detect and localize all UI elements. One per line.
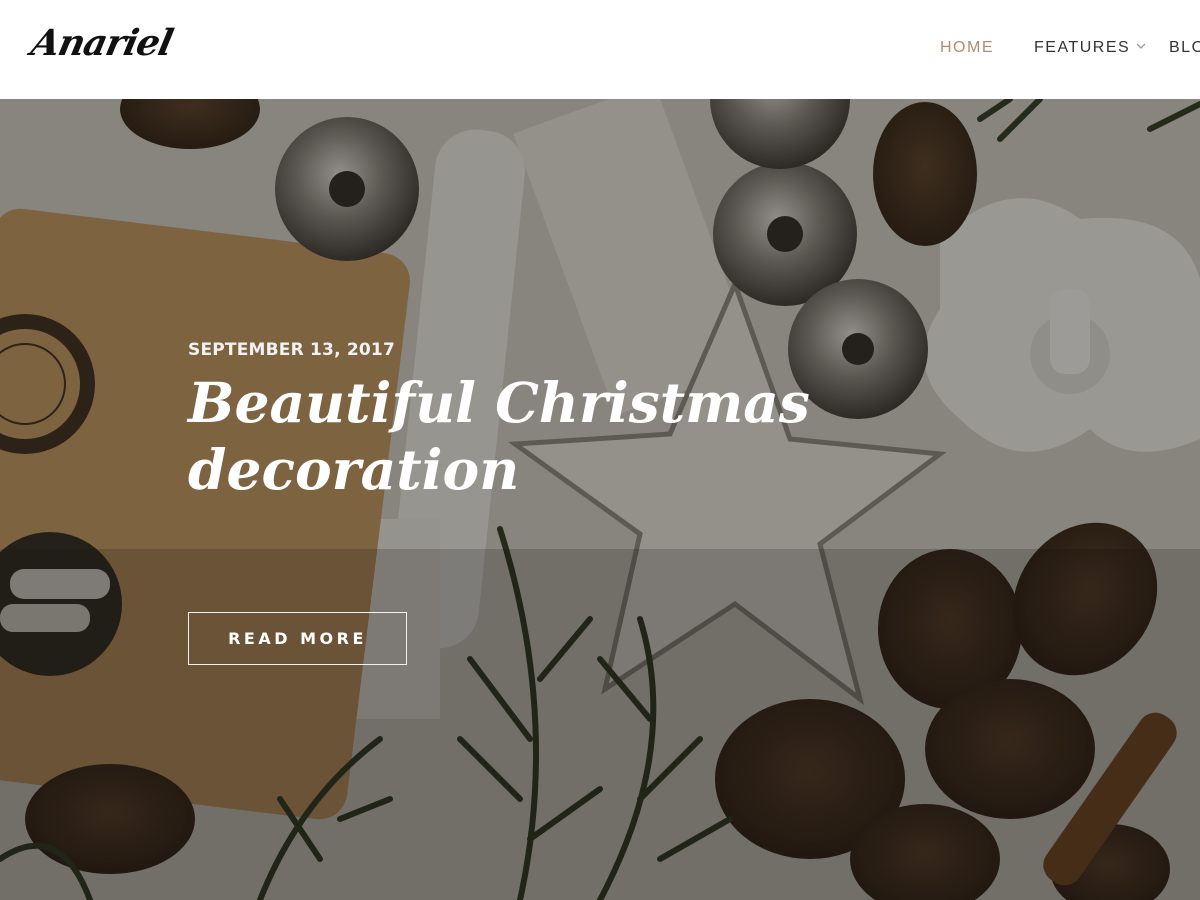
post-title[interactable]: Beautiful Christmas decoration [188,369,828,503]
read-more-button[interactable]: READ MORE [188,612,407,665]
post-date: SEPTEMBER 13, 2017 [188,340,395,360]
nav-features[interactable]: FEATURES [1034,38,1146,58]
nav-features-label: FEATURES [1034,39,1131,56]
nav-home[interactable]: HOME [940,38,994,58]
main-nav: HOME FEATURES BLOG [0,38,1200,60]
hero-slider: SEPTEMBER 13, 2017 Beautiful Christmas d… [0,99,1200,900]
nav-blog[interactable]: BLOG [1169,38,1200,58]
chevron-down-icon [1136,43,1146,49]
site-header: Anariel HOME FEATURES BLOG [0,0,1200,99]
